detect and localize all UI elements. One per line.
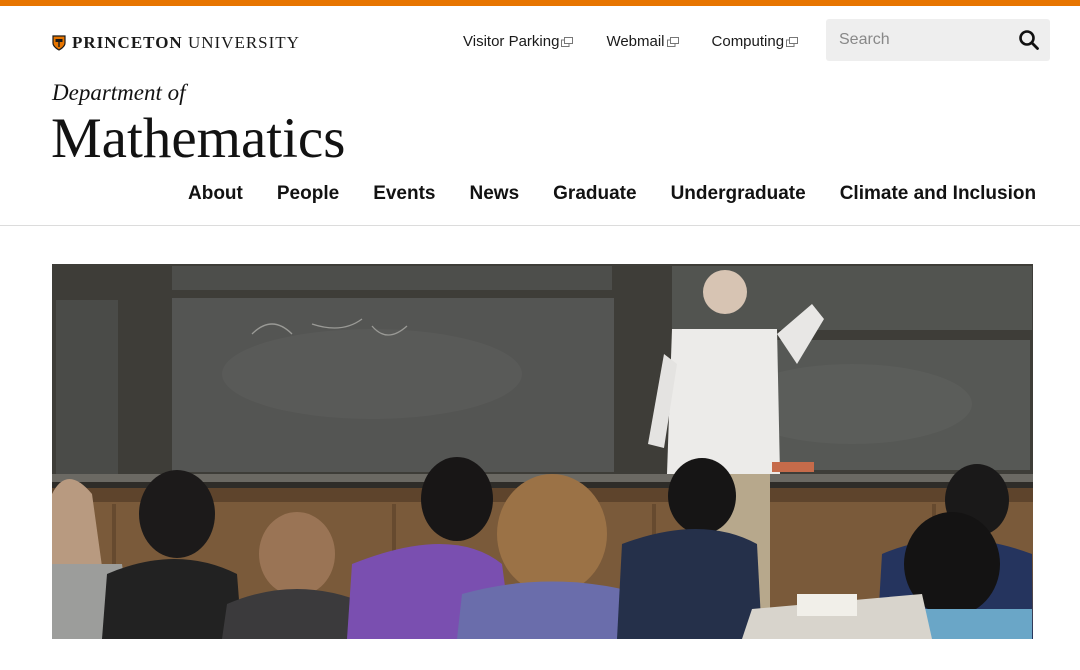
search-icon[interactable]	[1018, 29, 1040, 51]
search-box	[826, 19, 1050, 61]
university-name-bold: PRINCETON	[72, 33, 183, 52]
nav-events[interactable]: Events	[373, 183, 435, 205]
webmail-label: Webmail	[606, 33, 665, 50]
nav-graduate[interactable]: Graduate	[553, 183, 636, 205]
university-name-rest: UNIVERSITY	[187, 33, 300, 52]
nav-news[interactable]: News	[470, 183, 520, 205]
department-title[interactable]: Mathematics	[51, 110, 345, 167]
site-header: PRINCETON UNIVERSITY Visitor Parking Web…	[0, 6, 1080, 226]
computing-label: Computing	[711, 33, 785, 50]
visitor-parking-link[interactable]: Visitor Parking	[463, 33, 574, 50]
search-input[interactable]	[826, 19, 1016, 61]
university-wordmark: PRINCETON UNIVERSITY	[72, 33, 300, 53]
department-prefix: Department of	[52, 80, 186, 105]
visitor-parking-label: Visitor Parking	[463, 33, 560, 50]
shield-icon	[52, 35, 66, 51]
nav-about[interactable]: About	[188, 183, 243, 205]
nav-people[interactable]: People	[277, 183, 339, 205]
main-nav: About People Events News Graduate Underg…	[188, 183, 1036, 205]
external-link-icon	[561, 36, 574, 47]
external-link-icon	[786, 36, 799, 47]
external-link-icon	[666, 36, 679, 47]
princeton-logo[interactable]: PRINCETON UNIVERSITY	[52, 33, 300, 53]
hero-image	[52, 264, 1033, 639]
computing-link[interactable]: Computing	[712, 33, 799, 50]
nav-climate-inclusion[interactable]: Climate and Inclusion	[840, 183, 1036, 205]
webmail-link[interactable]: Webmail	[606, 33, 679, 50]
nav-undergraduate[interactable]: Undergraduate	[671, 183, 806, 205]
classroom-photo	[52, 264, 1033, 639]
utility-nav: Visitor Parking Webmail Computing	[463, 33, 831, 50]
